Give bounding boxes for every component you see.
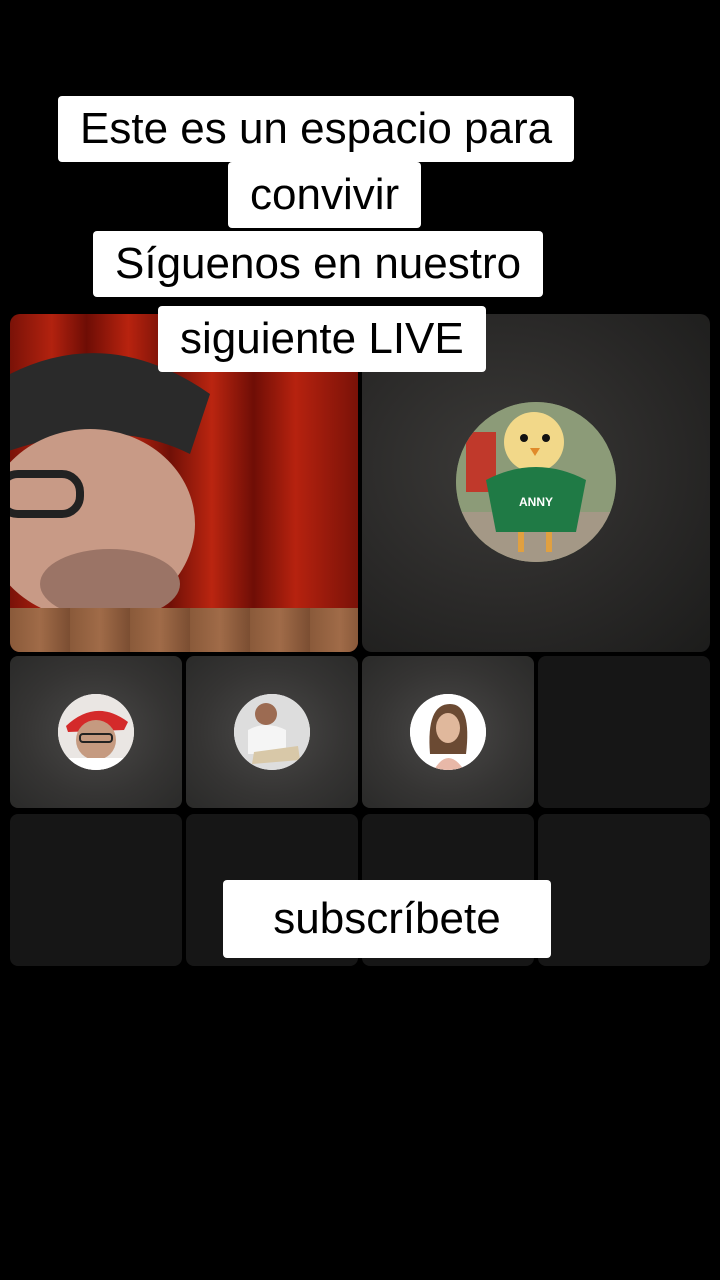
empty-slot[interactable] bbox=[10, 814, 182, 966]
woman-avatar[interactable] bbox=[410, 694, 486, 770]
shirt-text: ANNY bbox=[519, 495, 553, 509]
man-sitting-avatar[interactable] bbox=[234, 694, 310, 770]
chick-avatar[interactable]: ANNY bbox=[456, 402, 616, 562]
caption-line-3: Síguenos en nuestro bbox=[93, 231, 544, 297]
caption-line-4: siguiente LIVE bbox=[158, 306, 486, 372]
host-video-feed bbox=[10, 353, 210, 619]
subscribe-label: subscríbete bbox=[223, 880, 551, 958]
caption-line-2: convivir bbox=[228, 162, 422, 228]
caption-line-1: Este es un espacio para bbox=[58, 96, 575, 162]
empty-slot[interactable] bbox=[538, 656, 710, 808]
stage-floor bbox=[10, 608, 358, 652]
empty-slot[interactable] bbox=[538, 814, 710, 966]
man-red-cap-avatar[interactable] bbox=[58, 694, 134, 770]
